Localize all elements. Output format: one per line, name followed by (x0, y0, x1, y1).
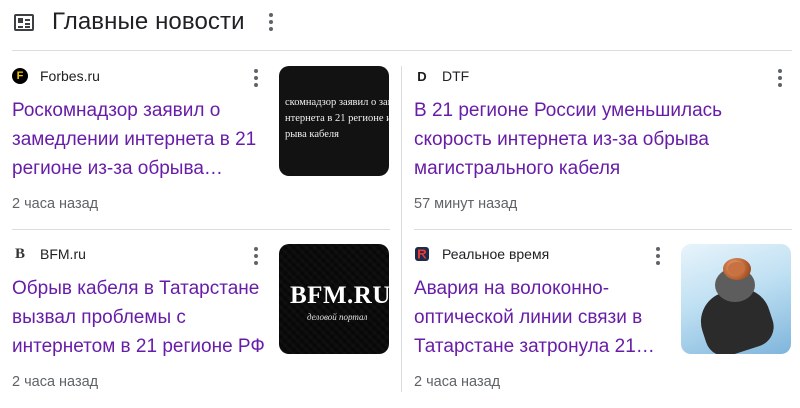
realnoe-vremya-logo-icon (415, 247, 429, 261)
article-more-options-button[interactable] (648, 244, 668, 268)
kebab-dot (778, 69, 782, 74)
section-more-options-button[interactable] (261, 10, 281, 34)
newspaper-icon (14, 13, 34, 31)
source-name: Реальное время (442, 246, 550, 262)
column-divider (401, 66, 402, 392)
kebab-dot (254, 247, 258, 252)
cable-image (728, 262, 745, 275)
section-title: Главные новости (52, 8, 245, 35)
kebab-dot (778, 76, 782, 80)
kebab-dot (254, 69, 258, 74)
kebab-dot (268, 13, 273, 18)
source-name: BFM.ru (40, 246, 86, 262)
kebab-dot (254, 76, 258, 80)
article-more-options-button[interactable] (770, 66, 790, 90)
article-thumbnail[interactable] (681, 244, 791, 354)
article-thumbnail[interactable]: скомнадзор заявил о замед нтернета в 21 … (279, 66, 389, 176)
source-name: Forbes.ru (40, 68, 100, 84)
thumbnail-logo-text: BFM.RU (290, 282, 389, 309)
top-stories-header: Главные новости (12, 0, 792, 44)
source-row: Реальное время (414, 245, 549, 263)
thumbnail-text: нтернета в 21 регионе из-з (285, 113, 389, 124)
news-card-forbes[interactable]: F Forbes.ru Роскомнадзор заявил о замедл… (12, 60, 390, 220)
thumbnail-subtitle: деловой портал (307, 312, 368, 322)
source-row: F Forbes.ru (12, 67, 100, 85)
source-name: DTF (442, 68, 470, 84)
article-timestamp: 2 часа назад (12, 374, 99, 390)
article-more-options-button[interactable] (246, 244, 266, 268)
kebab-dot (268, 26, 273, 31)
divider (12, 50, 792, 51)
bfm-logo-icon: B (12, 246, 28, 262)
kebab-dot (656, 254, 660, 258)
kebab-dot (778, 82, 782, 87)
article-headline-link[interactable]: Обрыв кабеля в Татарстане вызвал проблем… (12, 274, 274, 361)
article-headline-link[interactable]: Авария на волоконно-оптической линии свя… (414, 274, 676, 361)
article-more-options-button[interactable] (246, 66, 266, 90)
article-timestamp: 2 часа назад (12, 196, 99, 212)
kebab-dot (254, 82, 258, 87)
news-card-bfm[interactable]: B BFM.ru Обрыв кабеля в Татарстане вызва… (12, 238, 390, 398)
kebab-dot (656, 247, 660, 252)
forbes-logo-icon: F (12, 68, 28, 84)
divider (12, 229, 390, 230)
kebab-dot (656, 260, 660, 265)
source-row: D DTF (414, 67, 469, 85)
thumbnail-text: скомнадзор заявил о замед (285, 97, 389, 108)
article-timestamp: 2 часа назад (414, 374, 501, 390)
article-thumbnail[interactable]: BFM.RU деловой портал (279, 244, 389, 354)
kebab-dot (254, 260, 258, 265)
source-row: B BFM.ru (12, 245, 86, 263)
news-card-realnoe-vremya[interactable]: Реальное время Авария на волоконно-оптич… (414, 238, 792, 398)
divider (414, 229, 792, 230)
kebab-dot (254, 254, 258, 258)
dtf-logo-icon: D (414, 68, 430, 84)
article-timestamp: 57 минут назад (414, 196, 518, 212)
news-card-dtf[interactable]: D DTF В 21 регионе России уменьшилась ск… (414, 60, 792, 220)
realnoe-vremya-logo-icon (414, 246, 430, 262)
article-headline-link[interactable]: В 21 регионе России уменьшилась скорость… (414, 96, 784, 183)
article-headline-link[interactable]: Роскомнадзор заявил о замедлении интерне… (12, 96, 274, 183)
kebab-dot (268, 20, 273, 24)
thumbnail-text: рыва кабеля (285, 129, 339, 140)
